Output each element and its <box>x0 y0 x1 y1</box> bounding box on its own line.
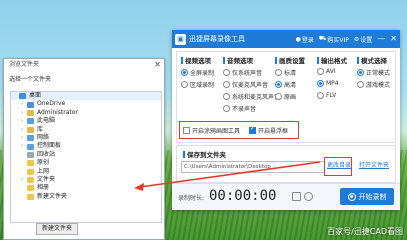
annotation-arrow <box>134 161 321 191</box>
watermark: 百家号/迅捷CAD看图 <box>327 227 403 236</box>
